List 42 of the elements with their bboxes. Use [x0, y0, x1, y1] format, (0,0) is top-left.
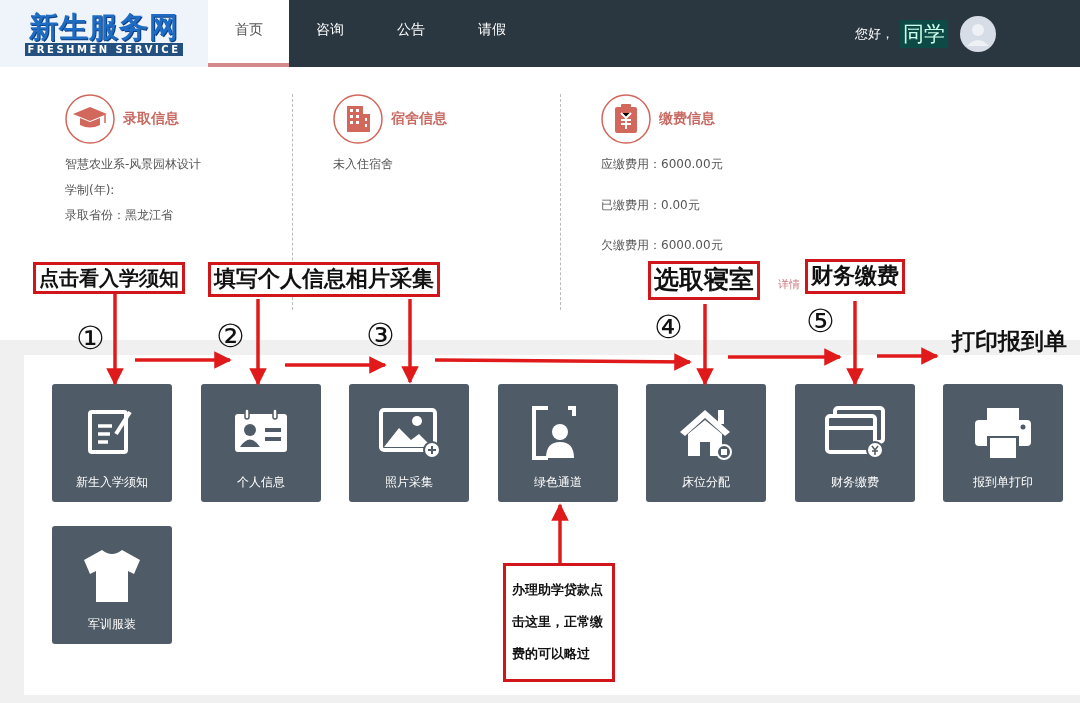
- callout-note: 财务缴费: [805, 259, 905, 294]
- site-logo[interactable]: 新生服务网 FRESHMEN SERVICE: [0, 0, 208, 67]
- callout-note: 填写个人信息相片采集: [208, 262, 440, 297]
- menu-tile[interactable]: 绿色通道: [497, 384, 618, 502]
- step-number: ⑤: [806, 305, 835, 337]
- clipboard-icon: [601, 94, 651, 144]
- menu-tile[interactable]: 床位分配: [646, 384, 766, 502]
- step-number: ①: [76, 322, 105, 354]
- menu-tile[interactable]: 新生入学须知: [52, 384, 172, 502]
- section-title: 宿舍信息: [391, 110, 447, 128]
- nav-tab[interactable]: 请假: [451, 0, 532, 67]
- info-text: 录取省份：黑龙江省: [65, 207, 174, 224]
- info-text: 未入住宿舍: [333, 156, 394, 173]
- menu-tile[interactable]: 军训服装: [52, 526, 172, 644]
- step-number: ④: [654, 311, 683, 343]
- info-text: 智慧农业系-风景园林设计: [65, 156, 203, 173]
- menu-tile[interactable]: 报到单打印: [943, 384, 1063, 502]
- step-number: ②: [216, 320, 245, 352]
- menu-tile[interactable]: 财务缴费: [794, 384, 915, 502]
- nav-tab[interactable]: 首页: [208, 0, 289, 67]
- callout-note: 选取寝室: [648, 261, 760, 300]
- menu-tile[interactable]: 个人信息: [200, 384, 321, 502]
- info-text: 已缴费用：0.00元: [601, 196, 701, 214]
- info-text: 欠缴费用：6000.00元: [601, 237, 724, 254]
- section-title: 录取信息: [123, 110, 179, 128]
- building-icon: [333, 94, 383, 144]
- nav-tab[interactable]: 咨询: [289, 0, 370, 67]
- info-text: 学制(年):: [65, 181, 116, 199]
- callout-note: 办理助学贷款点击这里，正常缴费的可以略过: [503, 563, 615, 682]
- menu-tile[interactable]: 照片采集: [349, 384, 469, 502]
- user-name: 同学: [900, 19, 948, 48]
- arrow: [877, 347, 939, 365]
- avatar-icon[interactable]: [960, 15, 996, 52]
- arrow: [551, 503, 569, 563]
- greeting-text: 您好，: [855, 24, 894, 43]
- step-number: ③: [366, 319, 395, 351]
- nav-tab[interactable]: 公告: [370, 0, 451, 67]
- step-note: 打印报到单: [952, 327, 1067, 356]
- section-title: 缴费信息: [659, 110, 715, 128]
- callout-note: 点击看入学须知: [33, 262, 185, 294]
- info-text: 应缴费用：6000.00元: [601, 156, 724, 173]
- mortarboard-icon: [65, 94, 115, 144]
